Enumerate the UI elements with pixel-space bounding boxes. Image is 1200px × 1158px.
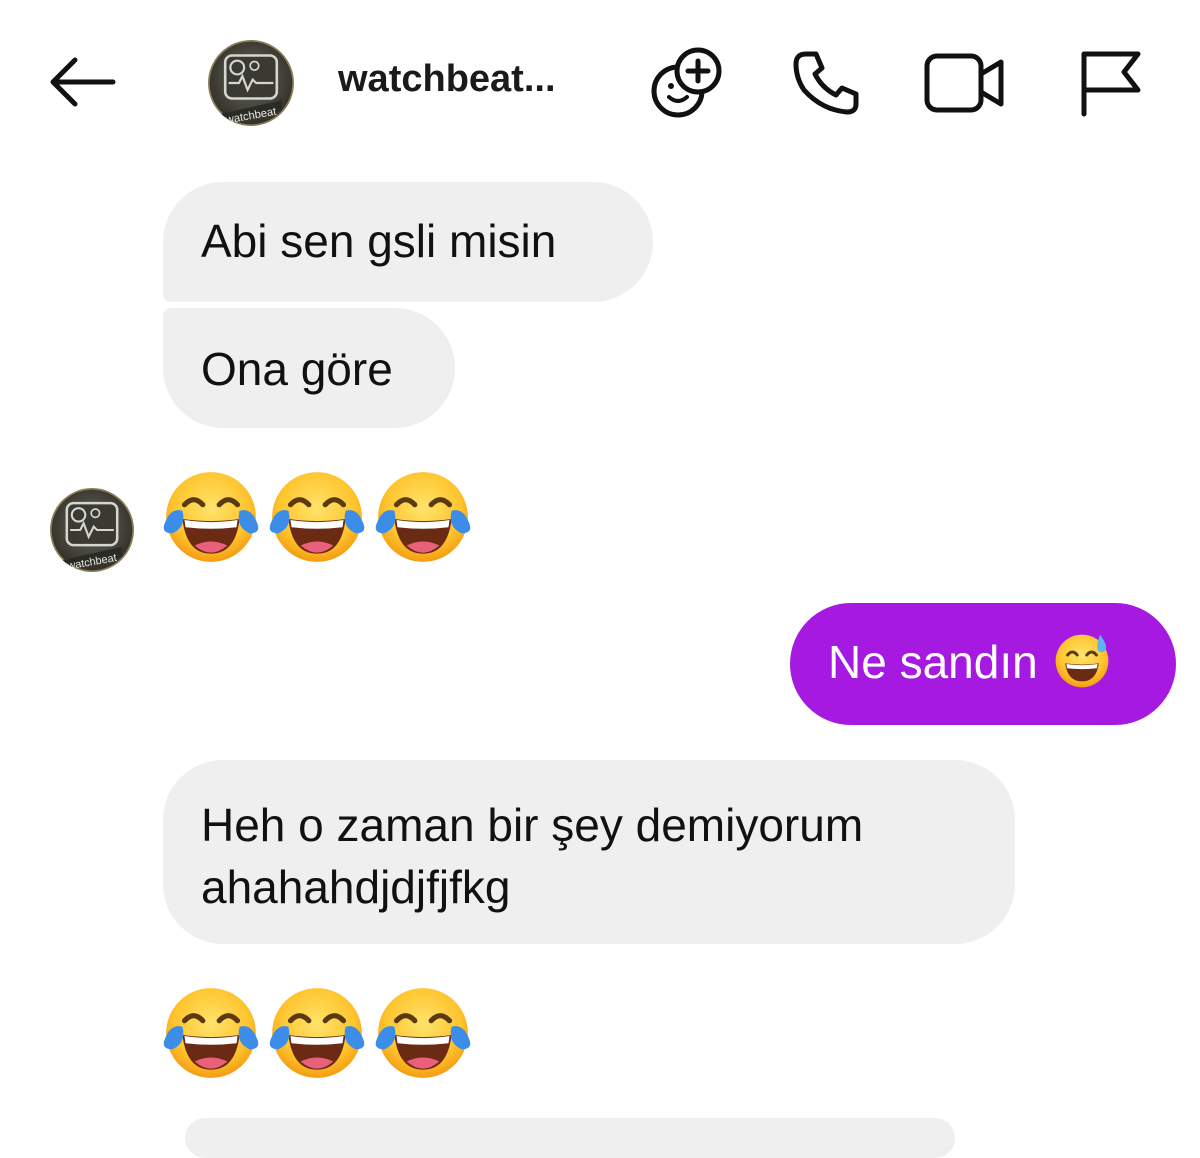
message-text-line: ahahahdjdjfjfkg [201,861,511,913]
emoji-message[interactable] [160,466,478,568]
outgoing-message[interactable]: Ne sandın [790,603,1176,725]
emoji-add-button[interactable] [643,40,729,126]
phone-call-button[interactable] [784,40,870,126]
message-text: Abi sen gsli misin [201,215,557,267]
emoji-add-icon [651,47,722,118]
face-with-tears-of-joy-icon [372,466,474,568]
face-with-tears-of-joy-icon [266,466,368,568]
report-button[interactable] [1064,40,1150,126]
arrow-left-icon [50,57,116,107]
back-button[interactable] [44,50,120,114]
contact-name[interactable]: watchbeat... [338,58,598,101]
incoming-message[interactable]: Heh o zaman bir şey demiyorum ahahahdjdj… [163,760,1015,944]
chat-header: watchbeat watchbeat... [0,0,1200,160]
avatar[interactable]: watchbeat [208,40,294,126]
flag-icon [1081,51,1141,117]
message-text: Ne sandın [828,636,1038,688]
sender-avatar[interactable]: watchbeat [50,488,134,572]
phone-icon [793,51,859,115]
video-call-button[interactable] [922,40,1008,126]
incoming-message-partial[interactable] [185,1118,955,1158]
message-text: Ona göre [201,343,393,395]
grinning-face-with-sweat-icon [1053,633,1110,689]
message-text-line: Heh o zaman bir şey demiyorum [201,799,864,851]
face-with-tears-of-joy-icon [266,982,368,1084]
video-call-icon [924,53,1004,113]
emoji-message[interactable] [160,982,478,1084]
face-with-tears-of-joy-icon [160,466,262,568]
face-with-tears-of-joy-icon [372,982,474,1084]
incoming-message[interactable]: Abi sen gsli misin [163,182,653,302]
incoming-message[interactable]: Ona göre [163,308,455,428]
face-with-tears-of-joy-icon [160,982,262,1084]
